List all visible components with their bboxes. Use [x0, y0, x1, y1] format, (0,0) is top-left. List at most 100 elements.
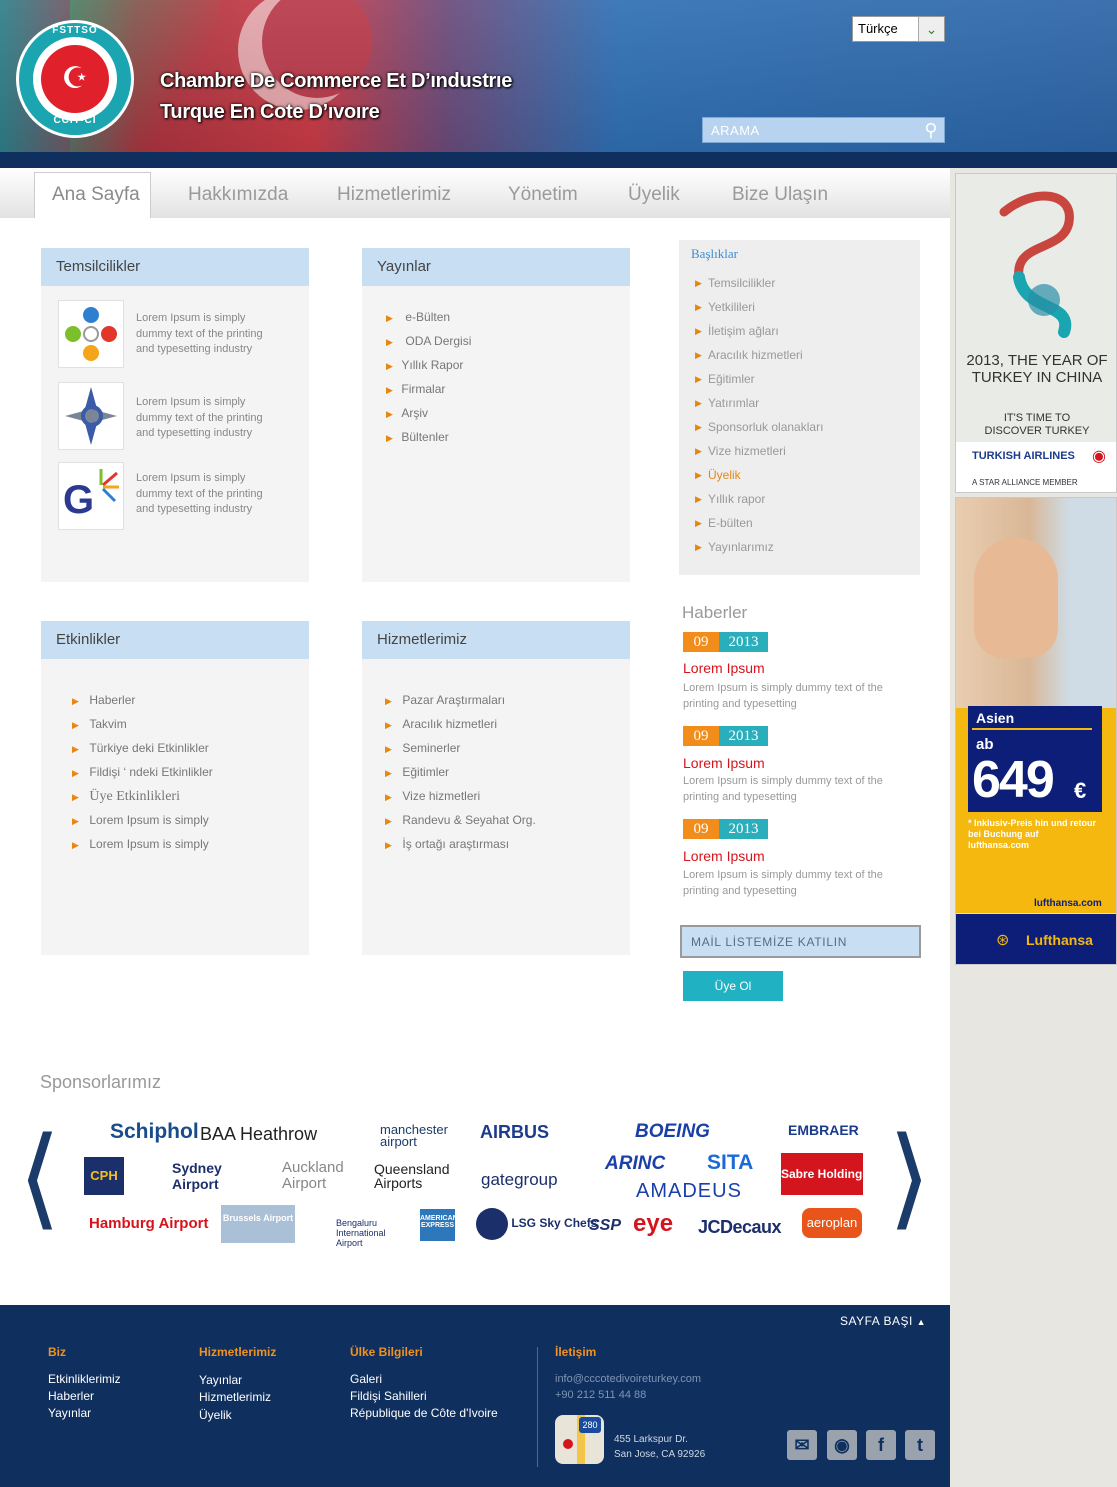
- sponsor-logo[interactable]: manchester airport: [380, 1123, 450, 1148]
- footer-link[interactable]: Hizmetlerimiz: [199, 1390, 271, 1404]
- sidebar-link[interactable]: Temsilcilikler: [708, 276, 775, 290]
- sidebar-link[interactable]: Yatırımlar: [708, 396, 759, 410]
- sponsor-logo[interactable]: aeroplan: [802, 1208, 862, 1238]
- sponsors-title: Sponsorlarımız: [40, 1072, 162, 1092]
- sidebar-link[interactable]: Yayınlarımız: [708, 540, 774, 554]
- carousel-next-icon[interactable]: ⟩: [888, 1122, 931, 1232]
- chamber-logo[interactable]: FSTTSO ☪ CCIT-CI: [16, 20, 134, 138]
- list-item[interactable]: ▶ Lorem Ipsum is simply: [72, 811, 213, 835]
- sponsor-logo[interactable]: Bengaluru International Airport: [336, 1218, 408, 1248]
- search-icon[interactable]: ⚲: [924, 120, 938, 141]
- tab-hakkimizda[interactable]: Hakkımızda: [188, 178, 288, 218]
- tab-ana-sayfa[interactable]: Ana Sayfa: [34, 172, 151, 218]
- arrow-bullet-icon: ▶: [695, 350, 702, 360]
- list-item[interactable]: ▶ Takvim: [72, 715, 213, 739]
- representative-logo[interactable]: G: [58, 462, 124, 530]
- ink-dragon-illustration: [999, 191, 1074, 338]
- sidebar-link[interactable]: Sponsorluk olanakları: [708, 420, 823, 434]
- sponsor-logo[interactable]: gategroup: [481, 1170, 558, 1190]
- sidebar-link[interactable]: Yetkilileri: [708, 300, 755, 314]
- sidebar-link-active[interactable]: Üyelik: [708, 468, 741, 482]
- sponsor-logo[interactable]: Sydney Airport: [172, 1160, 222, 1192]
- sidebar-link[interactable]: Vize hizmetleri: [708, 444, 786, 458]
- list-item[interactable]: ▶ Pazar Araştırmaları: [385, 691, 536, 715]
- rss-icon[interactable]: ◉: [827, 1430, 857, 1460]
- list-item[interactable]: ▶ Aracılık hizmetleri: [385, 715, 536, 739]
- sidebar-link[interactable]: İletişim ağları: [708, 324, 779, 338]
- representative-logo[interactable]: [58, 382, 124, 450]
- chevron-down-icon[interactable]: ⌄: [918, 17, 944, 41]
- sponsor-logo[interactable]: Brussels Airport: [221, 1205, 295, 1243]
- contact-email[interactable]: info@cccotedivoireturkey.com: [555, 1373, 701, 1385]
- sidebar-link[interactable]: Yıllık rapor: [708, 492, 765, 506]
- list-item[interactable]: ▶ Bültenler: [386, 428, 471, 452]
- list-item[interactable]: ▶ Lorem Ipsum is simply: [72, 835, 213, 859]
- news-title[interactable]: Lorem Ipsum: [683, 755, 765, 771]
- sponsor-logo[interactable]: CPH: [84, 1157, 124, 1195]
- footer-link[interactable]: Haberler: [48, 1389, 94, 1403]
- list-item[interactable]: ▶ Yıllık Rapor: [386, 356, 471, 380]
- footer-link[interactable]: Yayınlar: [48, 1406, 91, 1420]
- list-item[interactable]: ▶ Haberler: [72, 691, 213, 715]
- sponsor-logo[interactable]: Sabre Holdings: [781, 1153, 869, 1195]
- sponsor-logo[interactable]: AMADEUS: [636, 1180, 742, 1203]
- tab-uyelik[interactable]: Üyelik: [628, 178, 680, 218]
- news-title[interactable]: Lorem Ipsum: [683, 660, 765, 676]
- list-item[interactable]: ▶ Eğitimler: [385, 763, 536, 787]
- sponsor-logo[interactable]: LSG Sky Chefs: [476, 1208, 597, 1242]
- sponsor-logo[interactable]: ARINC: [605, 1153, 665, 1175]
- subscribe-button[interactable]: Üye Ol: [683, 971, 783, 1001]
- turkish-airlines-ad[interactable]: 2013, THE YEAR OF TURKEY IN CHINA IT'S T…: [955, 173, 1117, 493]
- footer-link[interactable]: Etkinliklerimiz: [48, 1372, 121, 1386]
- sponsor-logo[interactable]: EMBRAER: [788, 1122, 859, 1138]
- sponsor-logo[interactable]: Hamburg Airport: [89, 1215, 208, 1232]
- sponsor-logo[interactable]: AMERICAN EXPRESS: [420, 1209, 458, 1241]
- list-item[interactable]: ▶ Türkiye deki Etkinlikler: [72, 739, 213, 763]
- list-item[interactable]: ▶ Üye Etkinlikleri: [72, 787, 213, 811]
- tab-hizmetlerimiz[interactable]: Hizmetlerimiz: [337, 178, 451, 218]
- sponsor-logo[interactable]: SSP: [589, 1217, 621, 1235]
- sponsor-logo[interactable]: SITA: [707, 1151, 753, 1175]
- tab-yonetim[interactable]: Yönetim: [508, 178, 578, 218]
- twitter-icon[interactable]: t: [905, 1430, 935, 1460]
- list-item[interactable]: ▶ Arşiv: [386, 404, 471, 428]
- footer-link[interactable]: Fildişi Sahilleri: [350, 1389, 427, 1403]
- sponsor-logo[interactable]: eye: [633, 1210, 673, 1238]
- sponsor-logo[interactable]: BAA Heathrow: [200, 1124, 317, 1145]
- list-item[interactable]: ▶ Firmalar: [386, 380, 471, 404]
- maps-icon[interactable]: 280: [555, 1415, 604, 1464]
- sponsor-logo[interactable]: JCDecaux: [698, 1217, 782, 1238]
- carousel-prev-icon[interactable]: ⟨: [18, 1122, 61, 1232]
- sponsor-logo[interactable]: Auckland Airport: [282, 1160, 344, 1192]
- list-item[interactable]: ▶ Randevu & Seyahat Org.: [385, 811, 536, 835]
- sponsor-logo[interactable]: Queensland Airports: [374, 1162, 454, 1190]
- facebook-icon[interactable]: f: [866, 1430, 896, 1460]
- footer-link[interactable]: Yayınlar: [199, 1373, 242, 1387]
- sponsor-logo[interactable]: Schiphol: [110, 1120, 199, 1144]
- mail-icon[interactable]: ✉: [787, 1430, 817, 1460]
- sidebar-link[interactable]: E-bülten: [708, 516, 753, 530]
- list-item[interactable]: ▶ İş ortağı araştırması: [385, 835, 536, 859]
- footer-link[interactable]: Galeri: [350, 1372, 382, 1386]
- lufthansa-ad[interactable]: Asien ab 649 € * Inklusiv-Preis hin und …: [955, 497, 1117, 965]
- list-item[interactable]: ▶ Fildişi ‘ ndeki Etkinlikler: [72, 763, 213, 787]
- sidebar-link[interactable]: Aracılık hizmetleri: [708, 348, 803, 362]
- list-item[interactable]: ▶ Seminerler: [385, 739, 536, 763]
- tab-bize-ulasin[interactable]: Bize Ulaşın: [732, 178, 828, 218]
- footer-link[interactable]: Üyelik: [199, 1408, 232, 1422]
- search-input[interactable]: ARAMA ⚲: [702, 117, 945, 143]
- sidebar-link[interactable]: Eğitimler: [708, 372, 755, 386]
- back-to-top-link[interactable]: SAYFA BAŞI ▲: [840, 1314, 926, 1328]
- list-item[interactable]: ▶ e-Bülten: [386, 308, 471, 332]
- footer-link[interactable]: République de Côte d'Ivoire: [350, 1406, 498, 1420]
- sponsor-logo[interactable]: BOEING: [635, 1121, 710, 1143]
- language-select[interactable]: Türkçe ⌄: [852, 16, 945, 42]
- chevron-up-icon: ▲: [916, 1317, 927, 1327]
- list-item[interactable]: ▶ Vize hizmetleri: [385, 787, 536, 811]
- newsletter-field[interactable]: MAİL LİSTEMİZE KATILIN: [680, 925, 921, 958]
- arrow-bullet-icon: ▶: [695, 374, 702, 384]
- list-item[interactable]: ▶ ODA Dergisi: [386, 332, 471, 356]
- sponsor-logo[interactable]: AIRBUS: [480, 1122, 549, 1143]
- news-title[interactable]: Lorem Ipsum: [683, 848, 765, 864]
- representative-logo[interactable]: [58, 300, 124, 368]
